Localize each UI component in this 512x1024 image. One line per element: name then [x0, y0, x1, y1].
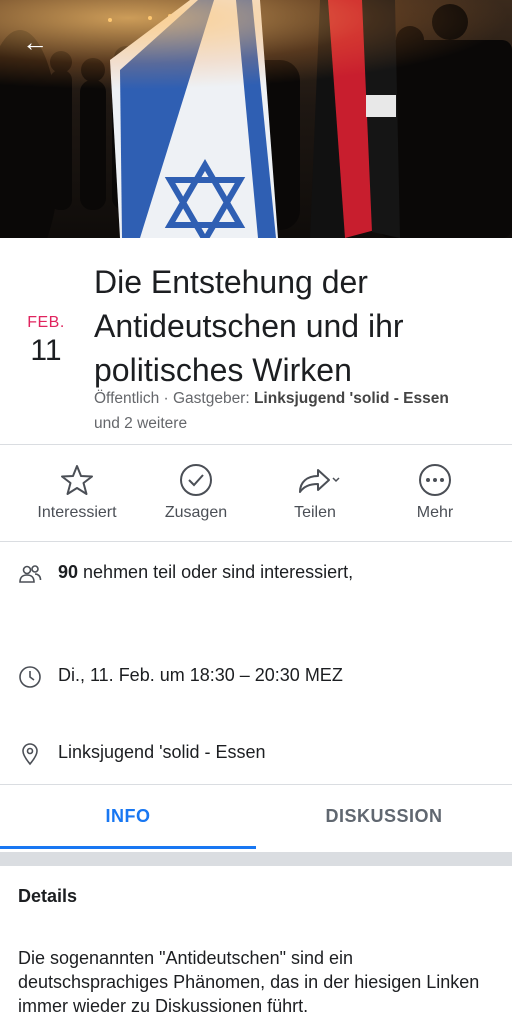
event-host-more[interactable]: und 2 weitere	[94, 415, 187, 432]
event-month: FEB.	[27, 314, 65, 331]
more-button[interactable]: Mehr	[375, 462, 495, 522]
event-datetime: Di., 11. Feb. um 18:30 – 20:30 MEZ	[58, 665, 343, 685]
divider	[0, 784, 512, 785]
attendees-label: nehmen teil oder sind interessiert,	[78, 562, 354, 582]
going-label: Zusagen	[164, 504, 228, 521]
divider	[0, 541, 512, 542]
clock-icon	[19, 666, 41, 688]
share-label: Teilen	[294, 504, 336, 521]
share-icon	[299, 469, 340, 493]
check-circle-icon	[180, 464, 212, 496]
event-tabs: INFO DISKUSSION	[0, 786, 512, 850]
people-icon	[19, 565, 42, 583]
location-pin-icon	[22, 743, 38, 766]
going-button[interactable]: Zusagen	[136, 462, 256, 522]
event-cover-photo[interactable]: ←	[0, 0, 512, 238]
attendees-text: 90 nehmen teil oder sind interessiert,	[58, 562, 353, 583]
event-location: Linksjugend 'solid - Essen	[58, 742, 266, 762]
event-actions: Interessiert Zusagen Teilen Mehr	[0, 446, 512, 540]
section-separator	[0, 852, 512, 866]
event-day: 11	[30, 334, 62, 367]
event-date-badge: FEB. 11	[20, 314, 72, 368]
divider	[0, 444, 512, 445]
chevron-down-icon	[332, 477, 340, 483]
cover-light-glow	[0, 0, 512, 90]
details-description: Die sogenannten "Antideutschen" sind ein…	[18, 948, 480, 1016]
more-label: Mehr	[416, 504, 454, 521]
star-icon	[61, 465, 93, 495]
tab-discussion[interactable]: DISKUSSION	[256, 806, 512, 827]
attendees-count: 90	[58, 562, 79, 582]
event-header: FEB. 11 Die Entstehung der Antideutschen…	[0, 238, 512, 444]
event-host-link[interactable]: Linksjugend 'solid - Essen	[254, 390, 449, 407]
share-button[interactable]: Teilen	[255, 462, 375, 522]
event-visibility: Öffentlich · Gastgeber:	[94, 390, 254, 407]
active-tab-indicator	[0, 846, 256, 849]
back-arrow-icon[interactable]: ←	[22, 28, 50, 56]
more-dots-icon	[419, 464, 451, 496]
details-heading: Details	[18, 886, 78, 906]
event-meta: Öffentlich · Gastgeber: Linksjugend 'sol…	[94, 386, 494, 436]
interested-label: Interessiert	[37, 504, 117, 521]
interested-button[interactable]: Interessiert	[17, 462, 137, 522]
tab-info[interactable]: INFO	[0, 806, 256, 827]
event-title: Die Entstehung der Antideutschen und ihr…	[94, 264, 404, 388]
